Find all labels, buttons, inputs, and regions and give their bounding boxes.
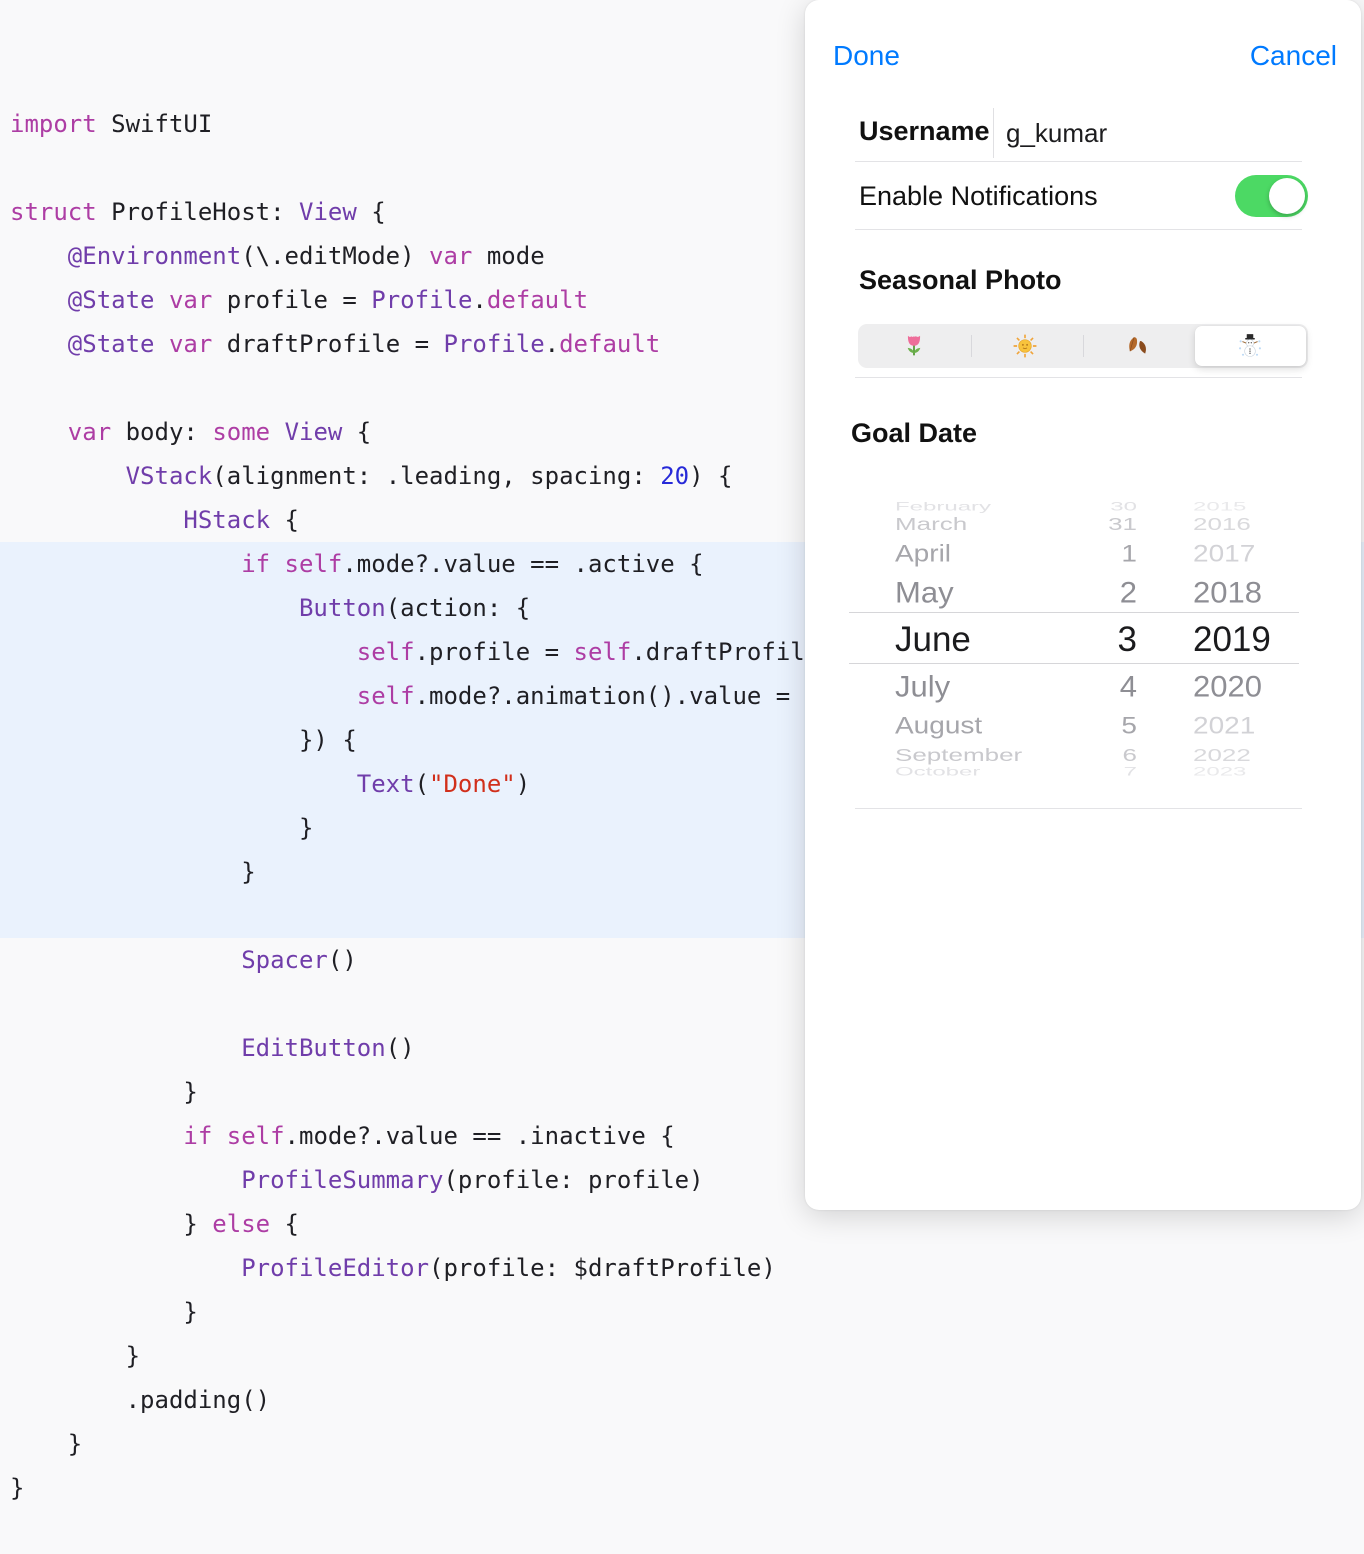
profile-editor-sheet: Done Cancel Username g_kumar Enable Noti… — [805, 0, 1361, 1210]
fallen-leaves-icon — [1123, 332, 1151, 360]
goal-date-header: Goal Date — [851, 418, 977, 449]
day-option: 4 — [1029, 670, 1137, 705]
notifications-toggle[interactable] — [1235, 175, 1308, 217]
month-option: April — [895, 540, 951, 567]
year-option: 2019 — [1193, 620, 1271, 660]
code-line: } — [0, 1290, 1364, 1334]
day-option: 5 — [1029, 712, 1137, 739]
month-option: October — [895, 765, 980, 779]
sun-icon — [1011, 332, 1039, 360]
code-line: .padding() — [0, 1378, 1364, 1422]
year-option: 2017 — [1193, 540, 1255, 567]
toggle-knob — [1269, 178, 1305, 214]
year-option: 2021 — [1193, 712, 1255, 739]
code-line: } — [0, 1466, 1364, 1510]
segment-fallen-leaves[interactable] — [1081, 324, 1193, 368]
day-option: 3 — [1029, 620, 1137, 660]
divider — [855, 229, 1302, 230]
seasonal-photo-segmented-control[interactable] — [858, 324, 1308, 368]
code-line: } — [0, 1422, 1364, 1466]
username-input[interactable]: g_kumar — [1006, 118, 1107, 149]
goal-date-picker[interactable]: February302015March312016April12017May22… — [849, 492, 1305, 792]
year-option: 2016 — [1193, 513, 1251, 534]
month-option: July — [895, 670, 950, 705]
seasonal-photo-header: Seasonal Photo — [859, 265, 1062, 296]
day-option: 2 — [1029, 576, 1137, 611]
year-option: 2023 — [1193, 765, 1246, 779]
day-option: 31 — [1029, 513, 1137, 534]
month-option: March — [895, 513, 967, 534]
wheel-row[interactable]: May 2 2018 — [849, 572, 1305, 614]
wheel-row[interactable]: July 4 2020 — [849, 666, 1305, 708]
code-line: ProfileEditor(profile: $draftProfile) — [0, 1246, 1364, 1290]
username-field-separator — [993, 108, 994, 158]
day-option: 1 — [1029, 540, 1137, 567]
divider — [855, 161, 1302, 162]
tulip-icon — [900, 332, 928, 360]
segment-separator — [1083, 335, 1084, 357]
segment-tulip[interactable] — [858, 324, 970, 368]
segment-sun[interactable] — [970, 324, 1082, 368]
wheel-row-selected[interactable]: June 3 2019 — [849, 618, 1305, 662]
year-option: 2018 — [1193, 576, 1262, 611]
notifications-label: Enable Notifications — [859, 181, 1098, 212]
divider — [855, 377, 1302, 378]
snowman-icon — [1236, 332, 1264, 360]
picker-selection-line — [849, 663, 1299, 664]
month-option: June — [895, 620, 971, 660]
wheel-row[interactable]: April 1 2017 — [849, 535, 1305, 572]
cancel-button[interactable]: Cancel — [1250, 40, 1337, 72]
username-label: Username — [859, 116, 990, 147]
month-option: August — [895, 712, 982, 739]
segment-snowman[interactable] — [1195, 326, 1307, 366]
year-option: 2020 — [1193, 670, 1262, 705]
done-button[interactable]: Done — [833, 40, 900, 72]
day-option: 7 — [1029, 765, 1137, 779]
divider — [855, 808, 1302, 809]
segment-separator — [971, 335, 972, 357]
wheel-row[interactable]: October 7 2023 — [849, 761, 1305, 783]
code-line: } — [0, 1334, 1364, 1378]
month-option: May — [895, 576, 954, 611]
